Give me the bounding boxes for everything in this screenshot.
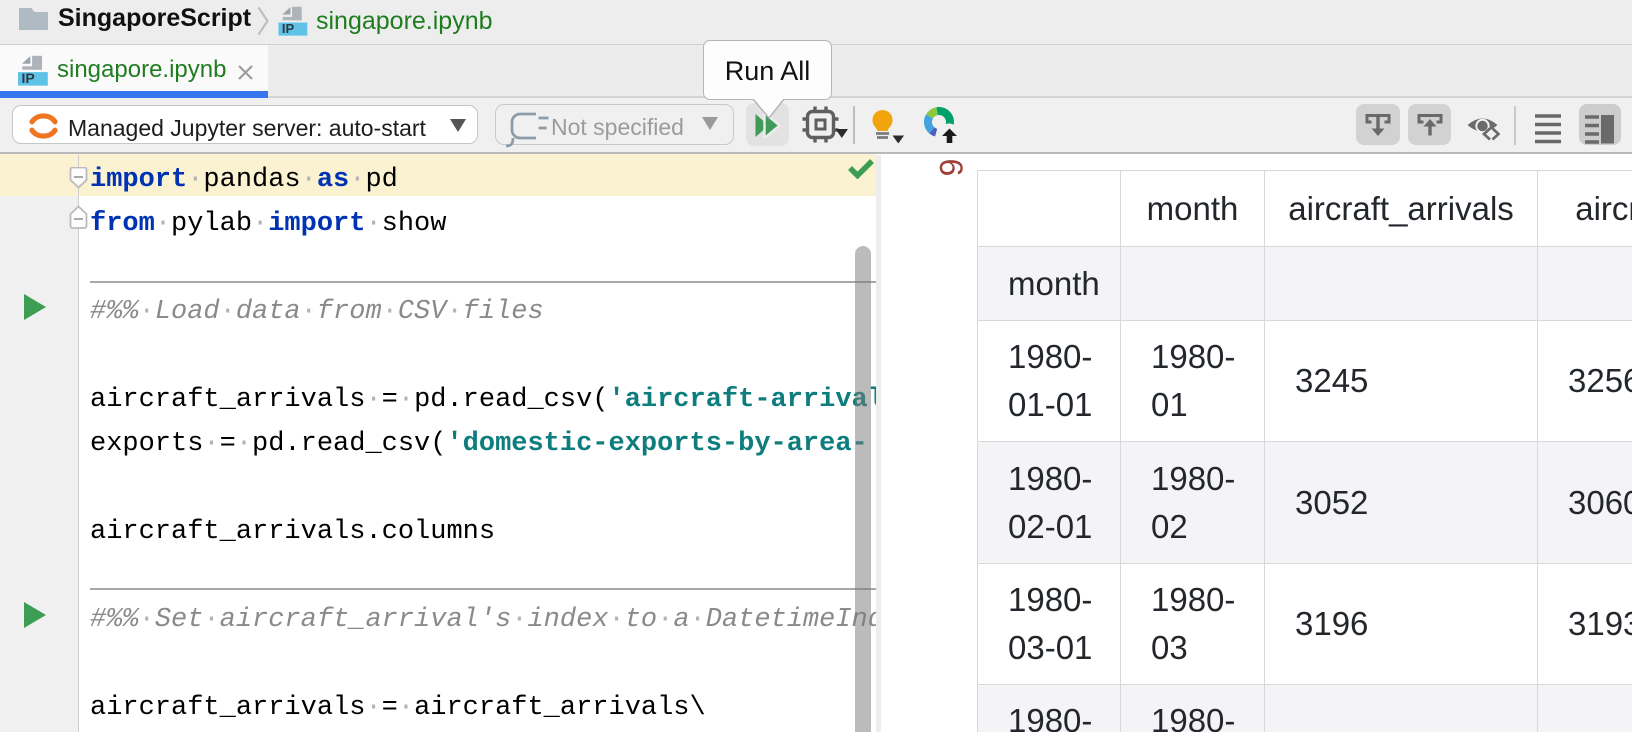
svg-text:IP: IP <box>282 21 295 36</box>
svg-text:IP: IP <box>22 70 35 86</box>
